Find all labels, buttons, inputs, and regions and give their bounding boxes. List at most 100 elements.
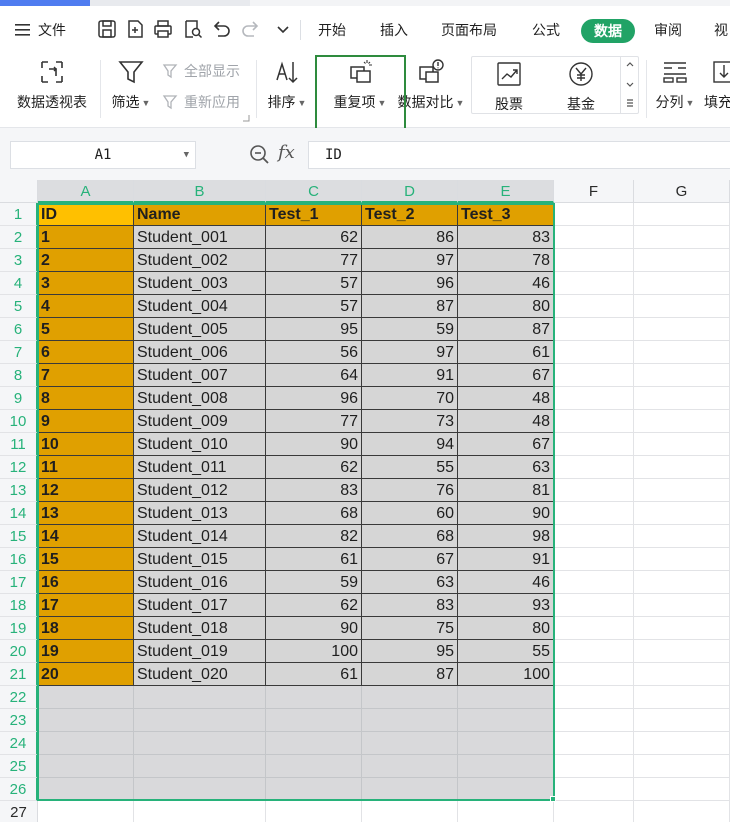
column-header-g[interactable]: G [634, 180, 730, 203]
cell[interactable]: 83 [458, 226, 554, 249]
cell[interactable] [634, 663, 730, 686]
dialog-launcher-icon[interactable] [242, 114, 250, 122]
cell[interactable]: 67 [458, 364, 554, 387]
cell[interactable]: 10 [38, 433, 134, 456]
column-header-e[interactable]: E [458, 180, 554, 203]
column-header-a[interactable]: A [38, 180, 134, 203]
cell[interactable]: 80 [458, 295, 554, 318]
cell[interactable]: 96 [362, 272, 458, 295]
export-pdf-icon[interactable] [124, 18, 146, 40]
cell[interactable]: 3 [38, 272, 134, 295]
cell[interactable] [554, 249, 634, 272]
cell[interactable] [266, 732, 362, 755]
cell[interactable] [362, 686, 458, 709]
cell[interactable]: 100 [266, 640, 362, 663]
cell[interactable]: Student_006 [134, 341, 266, 364]
cell[interactable]: 16 [38, 571, 134, 594]
gallery-more-icon[interactable] [621, 96, 639, 110]
cell[interactable] [554, 387, 634, 410]
cell[interactable] [554, 502, 634, 525]
tab-data[interactable]: 数据 [581, 19, 635, 43]
cell[interactable] [554, 663, 634, 686]
cell[interactable]: 68 [266, 502, 362, 525]
file-menu[interactable]: 文件 [14, 18, 66, 42]
cell[interactable] [634, 318, 730, 341]
cell[interactable] [634, 686, 730, 709]
cell[interactable] [634, 755, 730, 778]
cell[interactable]: 61 [266, 548, 362, 571]
formula-input[interactable]: ID [308, 141, 730, 169]
cell[interactable]: 78 [458, 249, 554, 272]
cell[interactable] [634, 295, 730, 318]
row-header[interactable]: 5 [0, 295, 38, 318]
cell[interactable]: 70 [362, 387, 458, 410]
cell[interactable]: 62 [266, 456, 362, 479]
row-header[interactable]: 26 [0, 778, 38, 801]
cell[interactable] [362, 732, 458, 755]
cell[interactable] [266, 801, 362, 822]
cell[interactable] [134, 732, 266, 755]
cell[interactable]: 57 [266, 272, 362, 295]
row-header[interactable]: 18 [0, 594, 38, 617]
cell[interactable]: Student_010 [134, 433, 266, 456]
row-header[interactable]: 9 [0, 387, 38, 410]
cell[interactable]: 46 [458, 571, 554, 594]
cell[interactable] [554, 203, 634, 226]
cell[interactable]: 11 [38, 456, 134, 479]
cell[interactable]: 67 [458, 433, 554, 456]
cell[interactable] [554, 479, 634, 502]
cell[interactable]: 91 [362, 364, 458, 387]
cell[interactable]: 94 [362, 433, 458, 456]
row-header[interactable]: 19 [0, 617, 38, 640]
cell[interactable]: 87 [458, 318, 554, 341]
cell[interactable]: 81 [458, 479, 554, 502]
cell[interactable]: Student_020 [134, 663, 266, 686]
cell[interactable] [634, 525, 730, 548]
cell[interactable]: 13 [38, 502, 134, 525]
header-cell[interactable]: Test_1 [266, 203, 362, 226]
cell[interactable] [266, 755, 362, 778]
data-compare-button[interactable]: 数据对比 ▼ [396, 58, 466, 112]
cell[interactable]: 5 [38, 318, 134, 341]
cell[interactable]: Student_008 [134, 387, 266, 410]
cell[interactable] [554, 318, 634, 341]
cell[interactable]: 18 [38, 617, 134, 640]
select-all-corner[interactable] [0, 180, 38, 203]
cell[interactable]: Student_007 [134, 364, 266, 387]
tab-home[interactable]: 开始 [318, 18, 346, 42]
cell[interactable]: 19 [38, 640, 134, 663]
cell[interactable]: 57 [266, 295, 362, 318]
header-cell[interactable]: Test_3 [458, 203, 554, 226]
cell[interactable] [554, 732, 634, 755]
cell[interactable]: 97 [362, 249, 458, 272]
cell[interactable]: Student_013 [134, 502, 266, 525]
cell[interactable]: 63 [458, 456, 554, 479]
chevron-down-icon[interactable] [621, 78, 639, 92]
cell[interactable]: 100 [458, 663, 554, 686]
cell[interactable]: 61 [458, 341, 554, 364]
cell[interactable] [634, 502, 730, 525]
column-header-c[interactable]: C [266, 180, 362, 203]
header-cell[interactable]: Name [134, 203, 266, 226]
tab-formulas[interactable]: 公式 [532, 18, 560, 42]
cell[interactable] [266, 709, 362, 732]
cell[interactable]: Student_009 [134, 410, 266, 433]
row-header[interactable]: 2 [0, 226, 38, 249]
cell[interactable]: 59 [266, 571, 362, 594]
column-header-d[interactable]: D [362, 180, 458, 203]
cell[interactable] [38, 709, 134, 732]
cell[interactable]: Student_004 [134, 295, 266, 318]
tab-view[interactable]: 视 [714, 18, 728, 42]
cell[interactable]: 67 [362, 548, 458, 571]
cell[interactable]: 1 [38, 226, 134, 249]
cell[interactable]: Student_001 [134, 226, 266, 249]
split-column-button[interactable]: 分列 ▼ [652, 58, 698, 112]
cell[interactable] [634, 479, 730, 502]
cell[interactable]: Student_002 [134, 249, 266, 272]
header-cell[interactable]: Test_2 [362, 203, 458, 226]
row-header[interactable]: 15 [0, 525, 38, 548]
reapply-button[interactable]: 重新应用 [162, 92, 240, 112]
cell[interactable]: Student_005 [134, 318, 266, 341]
zoom-icon[interactable] [249, 144, 271, 166]
cell[interactable]: 75 [362, 617, 458, 640]
